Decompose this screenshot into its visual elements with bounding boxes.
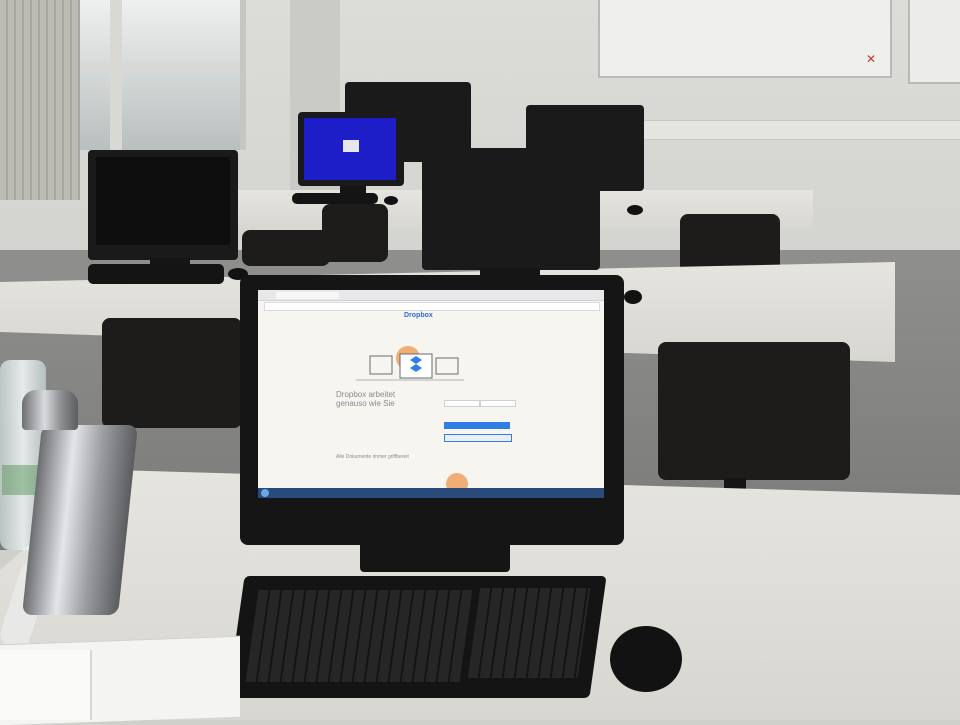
- dialog-box: [343, 140, 359, 152]
- mouse: [624, 290, 642, 304]
- chair: [658, 342, 850, 480]
- red-x-mark: ✕: [866, 52, 877, 66]
- window-blind: [0, 0, 80, 200]
- surname-field[interactable]: [480, 400, 516, 407]
- headline: Dropbox arbeitet genauso wie Sie: [336, 390, 396, 408]
- google-signup-button[interactable]: [444, 434, 512, 442]
- front-monitor-screen: Dropbox Dropbox arbeitet genauso wie Sie…: [258, 290, 604, 498]
- whiteboard: [598, 0, 892, 78]
- chair: [242, 230, 330, 266]
- whiteboard: [908, 0, 960, 84]
- wall-cable-duct: [640, 120, 960, 140]
- signup-button[interactable]: [444, 422, 510, 429]
- keyboard: [88, 264, 224, 284]
- name-field[interactable]: [444, 400, 480, 407]
- monitor-screen: [96, 157, 230, 245]
- dropbox-illustration: [356, 346, 464, 381]
- windows-taskbar: [258, 488, 604, 498]
- keyboard: [292, 193, 378, 204]
- chair: [322, 204, 388, 262]
- front-mouse: [610, 626, 682, 692]
- mouse: [384, 196, 398, 205]
- window-frame: [110, 0, 122, 150]
- start-button-icon[interactable]: [261, 489, 269, 497]
- dropbox-logo[interactable]: Dropbox: [404, 312, 433, 319]
- sub-heading: Alle Dokumente immer griffbereit: [336, 454, 409, 460]
- notebook: [0, 650, 92, 720]
- mouse: [627, 205, 643, 215]
- chair: [102, 318, 242, 428]
- browser-address-bar[interactable]: [264, 302, 600, 311]
- keyboard-keys: [245, 590, 473, 682]
- middle-monitor: [422, 148, 600, 270]
- browser-tab-bar: [258, 290, 604, 301]
- thermos-cap: [22, 390, 78, 430]
- browser-tab[interactable]: [276, 292, 339, 299]
- keyboard-numpad: [467, 588, 591, 678]
- thermos-bottle: [22, 425, 138, 615]
